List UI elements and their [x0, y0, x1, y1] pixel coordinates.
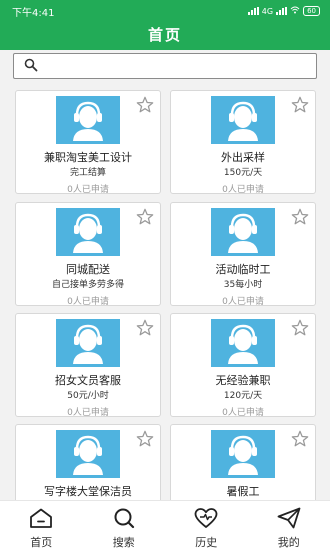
- job-applied-count: 0人已申请: [67, 408, 109, 418]
- job-applied-count: 0人已申请: [67, 185, 109, 195]
- page-title: 首页: [0, 22, 330, 50]
- job-pay: 自己接单多劳多得: [51, 280, 124, 290]
- job-card[interactable]: 外出采样 150元/天 0人已申请: [170, 90, 316, 195]
- job-title: 无经验兼职: [215, 374, 271, 387]
- battery-icon: 60: [303, 6, 320, 16]
- job-avatar: [211, 319, 275, 367]
- job-avatar: [211, 96, 275, 144]
- favorite-star-icon[interactable]: [135, 95, 155, 115]
- status-indicators: 4G 60: [247, 6, 320, 16]
- job-card[interactable]: 兼职淘宝美工设计 完工结算 0人已申请: [15, 90, 161, 195]
- job-avatar: [56, 96, 120, 144]
- job-avatar: [211, 208, 275, 256]
- favorite-star-icon[interactable]: [135, 318, 155, 338]
- job-title: 招女文员客服: [55, 374, 121, 387]
- status-time: 下午4:41: [12, 7, 55, 19]
- favorite-star-icon[interactable]: [290, 318, 310, 338]
- job-title: 活动临时工: [215, 263, 271, 276]
- job-card[interactable]: 活动临时工 35每小时 0人已申请: [170, 202, 316, 307]
- job-card[interactable]: 无经验兼职 120元/天 0人已申请: [170, 313, 316, 418]
- wifi-icon: [290, 6, 300, 16]
- tab-search-label: 搜索: [112, 536, 135, 549]
- signal-icon: [247, 7, 259, 15]
- job-pay: 35每小时: [223, 280, 263, 290]
- search-bar[interactable]: [13, 53, 317, 79]
- signal-icon-2: [276, 7, 288, 15]
- tab-history-label: 历史: [195, 536, 218, 549]
- home-icon: [28, 507, 54, 532]
- job-avatar: [56, 208, 120, 256]
- job-pay: 完工结算: [69, 168, 106, 178]
- job-title: 暑假工: [226, 485, 260, 498]
- tab-search[interactable]: 搜索: [83, 501, 166, 550]
- heart-icon: [193, 507, 219, 532]
- search-icon: [24, 57, 38, 76]
- job-pay: 50元/小时: [67, 391, 109, 401]
- tab-history[interactable]: 历史: [165, 501, 248, 550]
- tab-profile[interactable]: 我的: [248, 501, 330, 550]
- job-avatar: [56, 430, 120, 478]
- tab-home[interactable]: 首页: [0, 501, 83, 550]
- paper-plane-icon: [276, 507, 302, 532]
- job-applied-count: 0人已申请: [222, 185, 264, 195]
- favorite-star-icon[interactable]: [290, 95, 310, 115]
- job-card[interactable]: 招女文员客服 50元/小时 0人已申请: [15, 313, 161, 418]
- job-pay: 150元/天: [223, 168, 263, 178]
- job-avatar: [211, 430, 275, 478]
- favorite-star-icon[interactable]: [290, 207, 310, 227]
- bottom-tab-bar: 首页 搜索 历史 我的: [0, 500, 330, 550]
- network-type-label: 4G: [261, 6, 274, 16]
- job-title: 同城配送: [66, 263, 110, 276]
- job-pay: 120元/天: [223, 391, 263, 401]
- status-bar: 下午4:41 4G 60: [0, 0, 330, 22]
- favorite-star-icon[interactable]: [135, 429, 155, 449]
- favorite-star-icon[interactable]: [135, 207, 155, 227]
- search-input[interactable]: [38, 54, 316, 78]
- favorite-star-icon[interactable]: [290, 429, 310, 449]
- tab-home-label: 首页: [30, 536, 53, 549]
- job-title: 外出采样: [221, 151, 265, 164]
- job-card[interactable]: 同城配送 自己接单多劳多得 0人已申请: [15, 202, 161, 307]
- job-title: 写字楼大堂保洁员: [44, 485, 132, 498]
- tab-profile-label: 我的: [277, 536, 300, 549]
- search-icon: [111, 507, 137, 532]
- job-applied-count: 0人已申请: [222, 297, 264, 307]
- job-applied-count: 0人已申请: [222, 408, 264, 418]
- job-title: 兼职淘宝美工设计: [44, 151, 132, 164]
- job-applied-count: 0人已申请: [67, 297, 109, 307]
- job-avatar: [56, 319, 120, 367]
